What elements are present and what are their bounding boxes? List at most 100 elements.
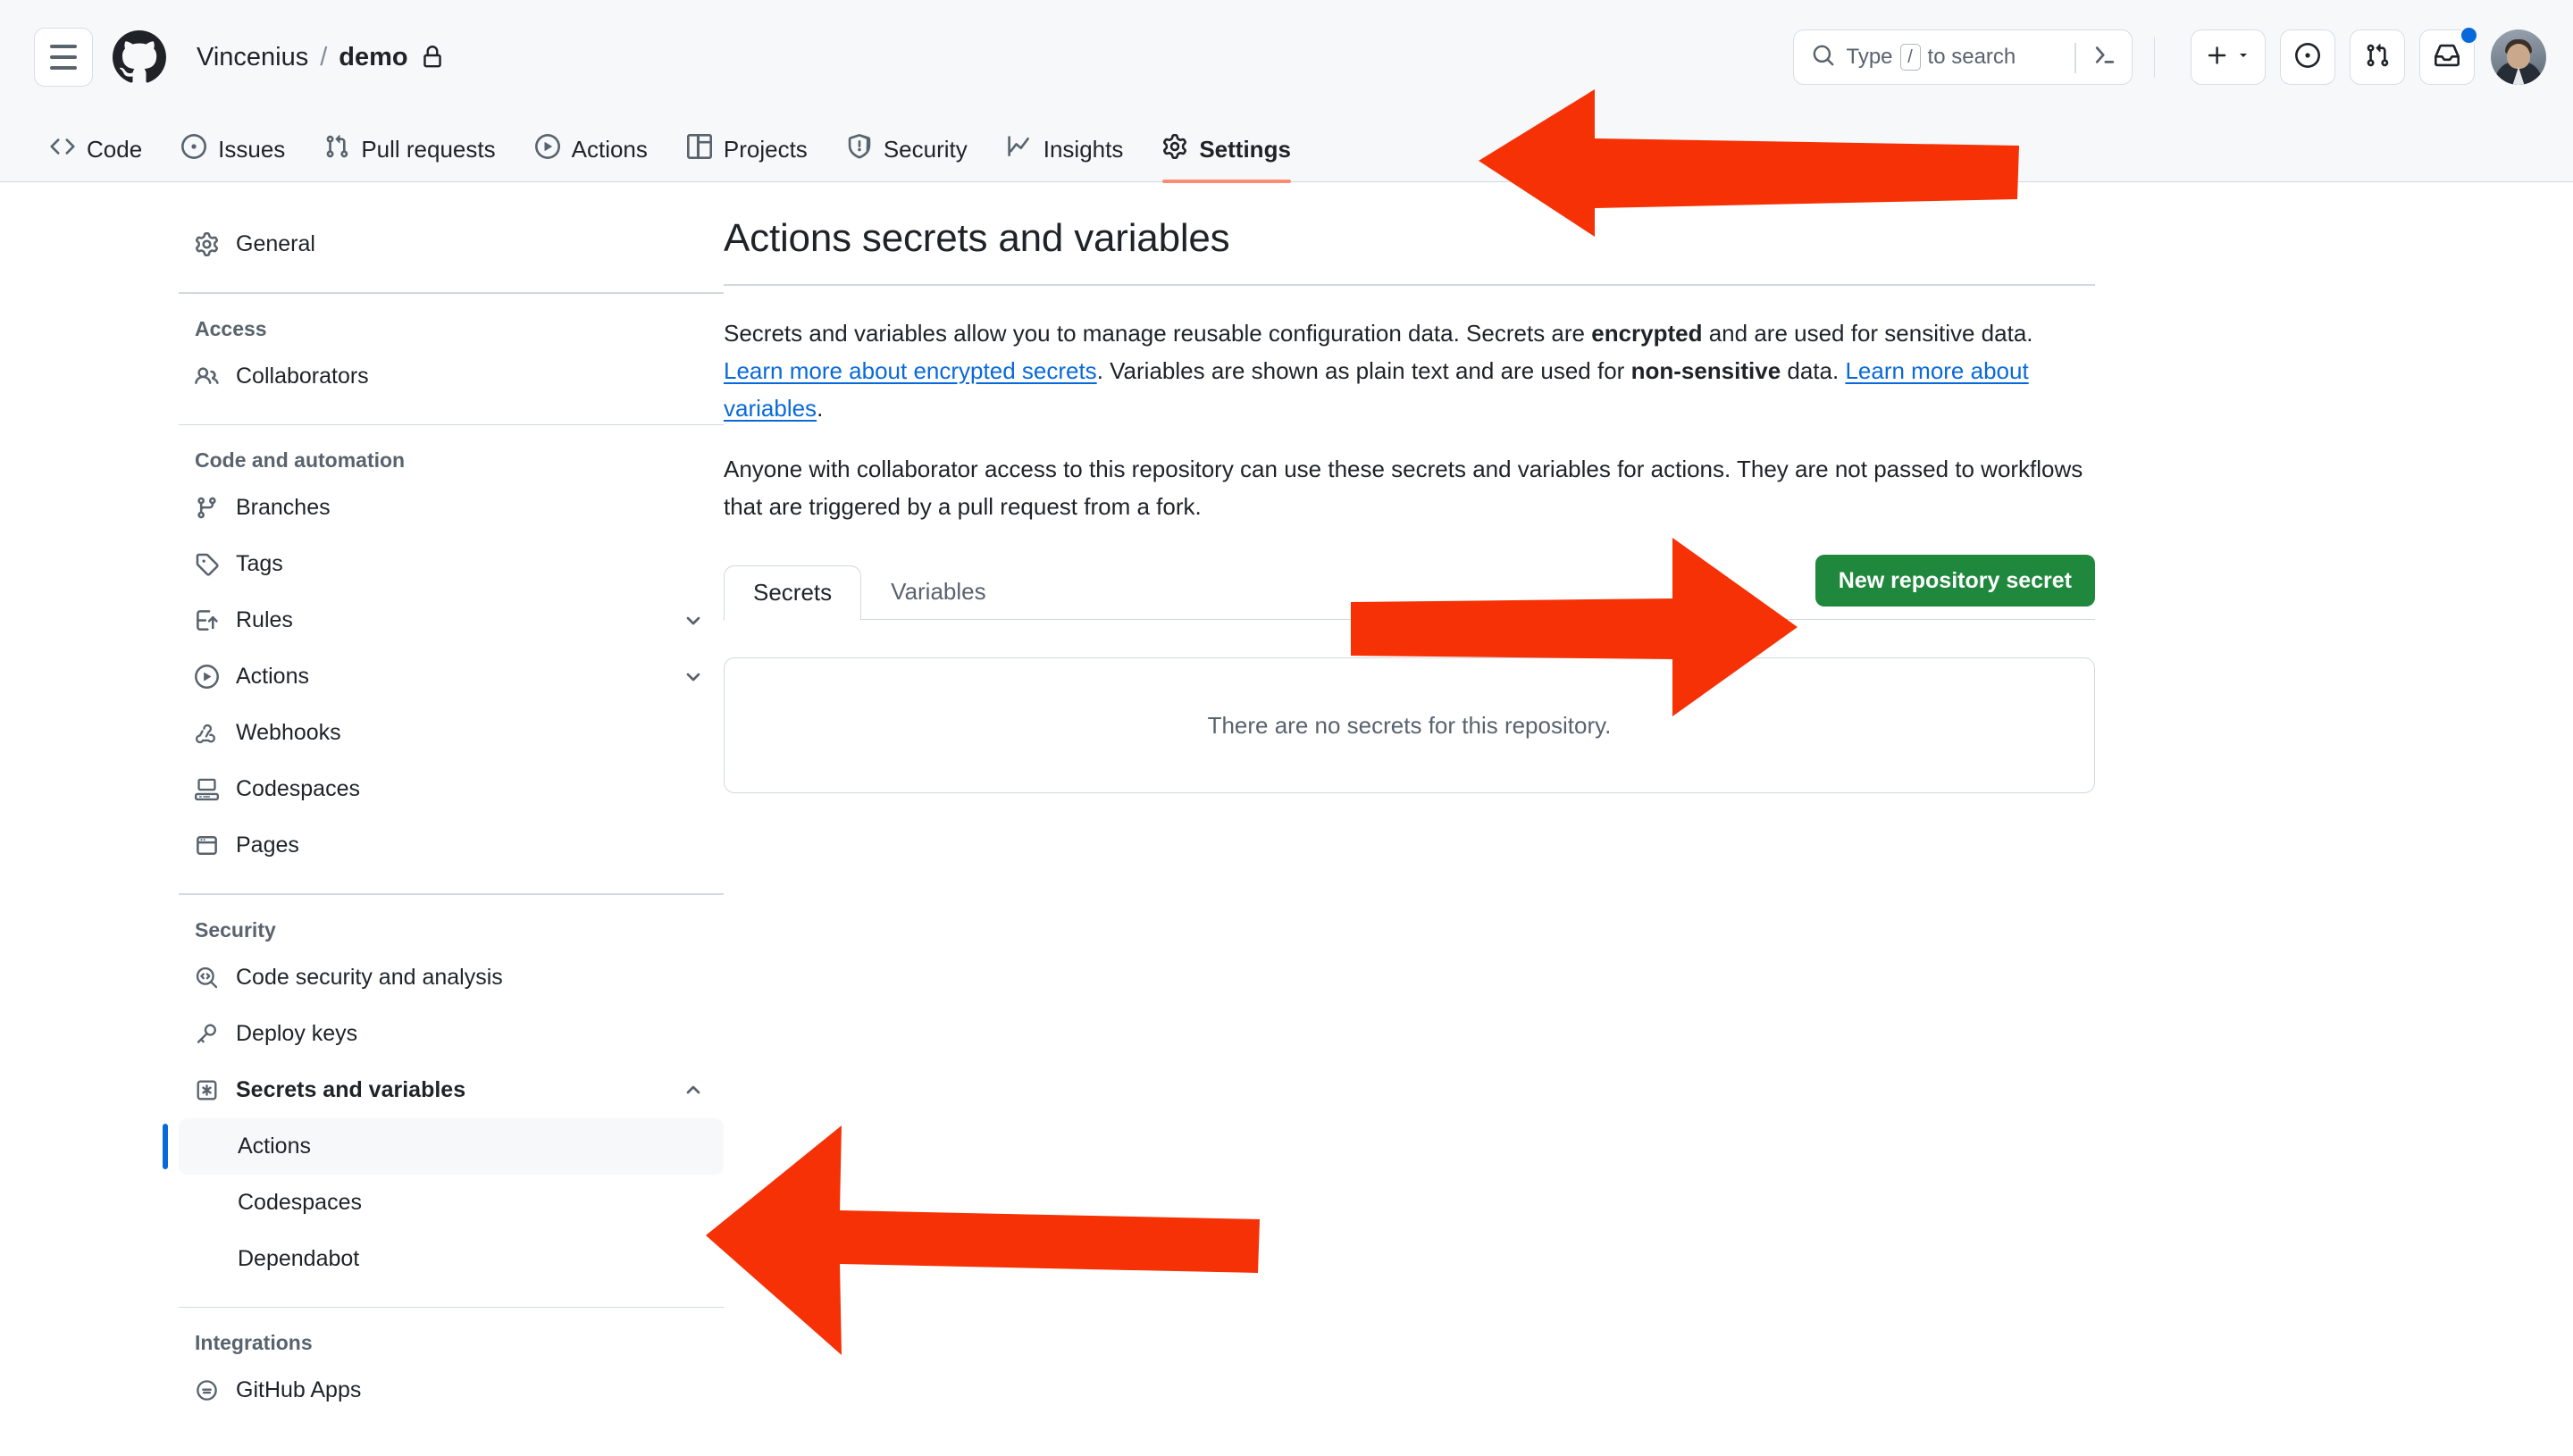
sidebar-divider — [179, 1306, 724, 1308]
search-input[interactable]: Type / to search — [1792, 29, 2133, 85]
search-divider — [2074, 43, 2076, 73]
repo-tab-security[interactable]: Security — [833, 134, 982, 181]
chevron-up-icon[interactable] — [683, 1079, 704, 1100]
settings-layout: General Access Collaborators Code and au… — [0, 182, 2573, 1418]
repo-tab-label: Insights — [1043, 136, 1124, 163]
codescan-icon — [195, 966, 227, 990]
sidebar-item-general[interactable]: General — [179, 216, 724, 272]
github-logo-icon[interactable] — [113, 30, 166, 84]
desc-bold-encrypted: encrypted — [1591, 319, 1703, 347]
search-placeholder: Type / to search — [1847, 44, 2016, 71]
sidebar-item-branches[interactable]: Branches — [179, 480, 724, 536]
desc-bold-non-sensitive: non-sensitive — [1630, 356, 1781, 384]
tag-icon — [195, 552, 227, 576]
inbox-icon — [2435, 43, 2460, 72]
codespaces-icon — [195, 777, 227, 801]
learn-more-encrypted-secrets-link[interactable]: Learn more about encrypted secrets — [724, 357, 1097, 384]
desc-part-2: and are used for sensitive data. — [1702, 319, 2033, 347]
repo-tab-issues[interactable]: Issues — [167, 134, 299, 181]
repo-tab-label: Projects — [723, 136, 808, 163]
sidebar-item-actions[interactable]: Actions — [179, 649, 724, 705]
lock-icon — [421, 46, 444, 69]
secrets-empty-state: There are no secrets for this repository… — [724, 657, 2095, 794]
sidebar-item-github-apps[interactable]: GitHub Apps — [179, 1362, 724, 1418]
chevron-down-icon[interactable] — [683, 610, 704, 632]
sidebar-item-codespaces[interactable]: Codespaces — [179, 761, 724, 817]
table-icon — [686, 134, 712, 165]
breadcrumb-repo[interactable]: demo — [339, 43, 407, 72]
hamburger-line — [50, 66, 77, 70]
new-repository-secret-button[interactable]: New repository secret — [1815, 555, 2095, 607]
tab-variables[interactable]: Variables — [861, 564, 1015, 619]
github-apps-icon — [195, 1378, 227, 1402]
collaborator-access-paragraph: Anyone with collaborator access to this … — [724, 455, 2083, 520]
sidebar-item-webhooks[interactable]: Webhooks — [179, 705, 724, 761]
sidebar-subitem-dependabot[interactable]: Dependabot — [179, 1231, 724, 1287]
breadcrumb-owner[interactable]: Vincenius — [197, 43, 308, 72]
settings-sidebar: General Access Collaborators Code and au… — [0, 216, 724, 1418]
sidebar-item-label: Collaborators — [236, 363, 369, 389]
sidebar-divider — [179, 292, 724, 294]
webhook-icon — [195, 721, 227, 745]
sidebar-subitem-label: Actions — [238, 1133, 311, 1159]
header-actions: Type / to search — [1792, 0, 2546, 114]
sidebar-section-access: Access — [195, 316, 267, 340]
sidebar-item-secrets-and-variables[interactable]: Secrets and variables — [179, 1062, 724, 1118]
sidebar-item-code-security-and-analysis[interactable]: Code security and analysis — [179, 950, 724, 1006]
sidebar-item-tags[interactable]: Tags — [179, 536, 724, 592]
search-placeholder-prefix: Type — [1846, 45, 1893, 69]
sidebar-subitem-codespaces[interactable]: Codespaces — [179, 1175, 724, 1231]
git-pull-request-icon — [324, 134, 349, 165]
issues-button[interactable] — [2280, 29, 2335, 85]
sidebar-item-label: Codespaces — [236, 776, 360, 801]
create-new-button[interactable] — [2191, 29, 2266, 85]
desc-part-3: . Variables are shown as plain text and … — [1096, 356, 1631, 384]
sidebar-item-label: Secrets and variables — [236, 1076, 466, 1102]
repo-tab-pull-requests[interactable]: Pull requests — [310, 134, 509, 181]
header-divider — [2153, 37, 2155, 78]
git-pull-request-icon — [2365, 43, 2390, 72]
issue-opened-icon — [181, 134, 207, 165]
git-branch-icon — [195, 496, 227, 520]
repo-tab-insights[interactable]: Insights — [993, 134, 1138, 181]
sidebar-item-label: Branches — [236, 495, 331, 520]
breadcrumb: Vincenius / demo — [197, 43, 444, 72]
search-slash-key: / — [1899, 44, 1921, 71]
user-avatar[interactable] — [2491, 29, 2546, 85]
chevron-down-icon — [2236, 48, 2250, 67]
shield-icon — [847, 134, 872, 165]
global-nav-menu-button[interactable] — [34, 28, 93, 87]
unread-notification-indicator — [2460, 26, 2478, 45]
repo-tab-projects[interactable]: Projects — [673, 134, 822, 181]
key-icon — [195, 1022, 227, 1046]
repo-tab-actions[interactable]: Actions — [521, 134, 662, 181]
pull-requests-button[interactable] — [2350, 29, 2405, 85]
sidebar-subitem-actions[interactable]: Actions — [163, 1117, 724, 1175]
issue-opened-icon — [2295, 42, 2320, 72]
sidebar-item-deploy-keys[interactable]: Deploy keys — [179, 1006, 724, 1062]
sidebar-item-rules[interactable]: Rules — [179, 592, 724, 649]
repo-tab-code[interactable]: Code — [36, 134, 156, 181]
sidebar-divider — [179, 893, 724, 895]
repo-tab-settings[interactable]: Settings — [1148, 134, 1305, 183]
sidebar-item-label: Webhooks — [236, 720, 341, 745]
settings-main: Actions secrets and variables Secrets an… — [724, 216, 2573, 1418]
tab-secrets[interactable]: Secrets — [724, 565, 862, 621]
title-divider — [724, 284, 2095, 286]
breadcrumb-separator: / — [320, 42, 328, 71]
sidebar-item-collaborators[interactable]: Collaborators — [179, 348, 724, 405]
people-icon — [195, 364, 227, 389]
sidebar-item-pages[interactable]: Pages — [179, 817, 724, 874]
sidebar-item-label: Pages — [236, 833, 299, 858]
chevron-down-icon[interactable] — [683, 666, 704, 688]
repo-tab-label: Pull requests — [361, 136, 496, 163]
sidebar-item-label: Code security and analysis — [236, 964, 503, 990]
search-placeholder-suffix: to search — [1927, 45, 2016, 69]
repo-tab-label: Issues — [218, 136, 286, 163]
sidebar-section-security: Security — [195, 917, 276, 941]
command-palette-icon[interactable] — [2092, 43, 2117, 72]
notifications-button[interactable] — [2419, 26, 2478, 85]
app-header: Vincenius / demo Type / to search — [0, 0, 2573, 114]
desc-part-5: . — [817, 394, 824, 422]
sidebar-item-label: Actions — [236, 664, 309, 689]
